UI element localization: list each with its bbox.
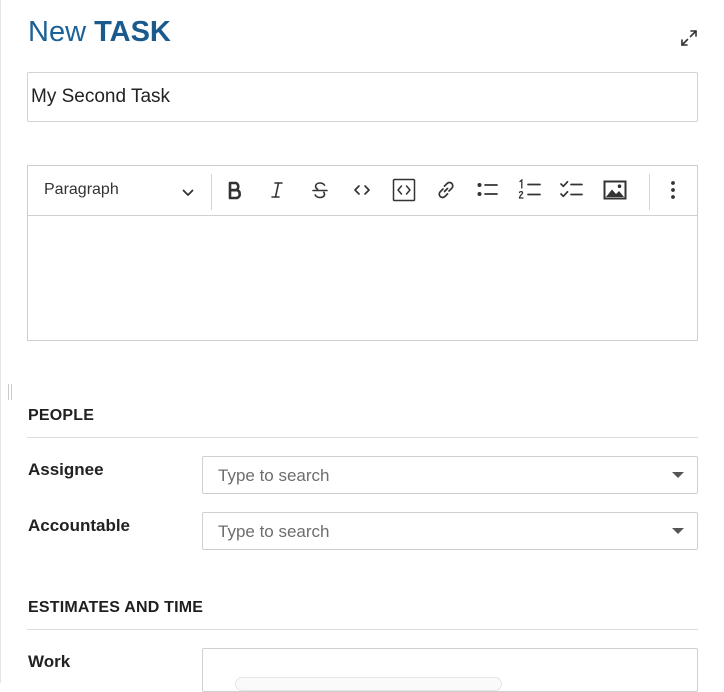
assignee-search-input[interactable]	[216, 457, 650, 495]
description-text-area[interactable]	[28, 216, 697, 340]
page-title-prefix: New	[28, 16, 87, 48]
editor-toolbar: Paragraph	[28, 166, 697, 216]
link-icon[interactable]	[431, 175, 461, 205]
expand-icon[interactable]	[678, 27, 700, 49]
accountable-search-input[interactable]	[216, 513, 650, 551]
work-input-inner	[235, 677, 502, 691]
block-format-dropdown[interactable]: Paragraph	[28, 166, 211, 215]
numbered-list-icon[interactable]	[515, 175, 545, 205]
assignee-label: Assignee	[28, 460, 104, 479]
chevron-down-icon	[182, 185, 194, 203]
assignee-select[interactable]	[202, 456, 698, 495]
accountable-select[interactable]	[202, 512, 698, 551]
image-icon[interactable]	[600, 175, 630, 205]
work-label: Work	[28, 652, 71, 671]
description-editor: Paragraph	[27, 165, 698, 341]
bulleted-list-icon[interactable]	[473, 175, 503, 205]
resize-handle[interactable]	[8, 384, 12, 400]
section-divider	[27, 629, 698, 630]
work-package-type: TASK	[94, 16, 171, 48]
bold-icon[interactable]	[220, 175, 250, 205]
todo-list-icon[interactable]	[557, 175, 587, 205]
toolbar-divider	[649, 174, 650, 210]
italic-icon[interactable]	[262, 175, 292, 205]
accountable-label: Accountable	[28, 516, 131, 535]
more-vertical-icon[interactable]	[658, 175, 688, 205]
caret-down-icon	[672, 528, 684, 534]
toolbar-divider	[211, 174, 212, 210]
block-format-label: Paragraph	[44, 181, 119, 198]
section-title-people: PEOPLE	[28, 407, 95, 424]
section-divider	[27, 437, 698, 438]
page-title: New TASK	[28, 16, 171, 49]
inline-code-icon[interactable]	[347, 175, 377, 205]
caret-down-icon	[672, 472, 684, 478]
code-block-icon[interactable]	[389, 175, 419, 205]
subject-input[interactable]	[27, 72, 698, 122]
section-title-estimates: ESTIMATES AND TIME	[28, 599, 204, 616]
strikethrough-icon[interactable]	[305, 175, 335, 205]
panel-left-border	[0, 0, 1, 683]
